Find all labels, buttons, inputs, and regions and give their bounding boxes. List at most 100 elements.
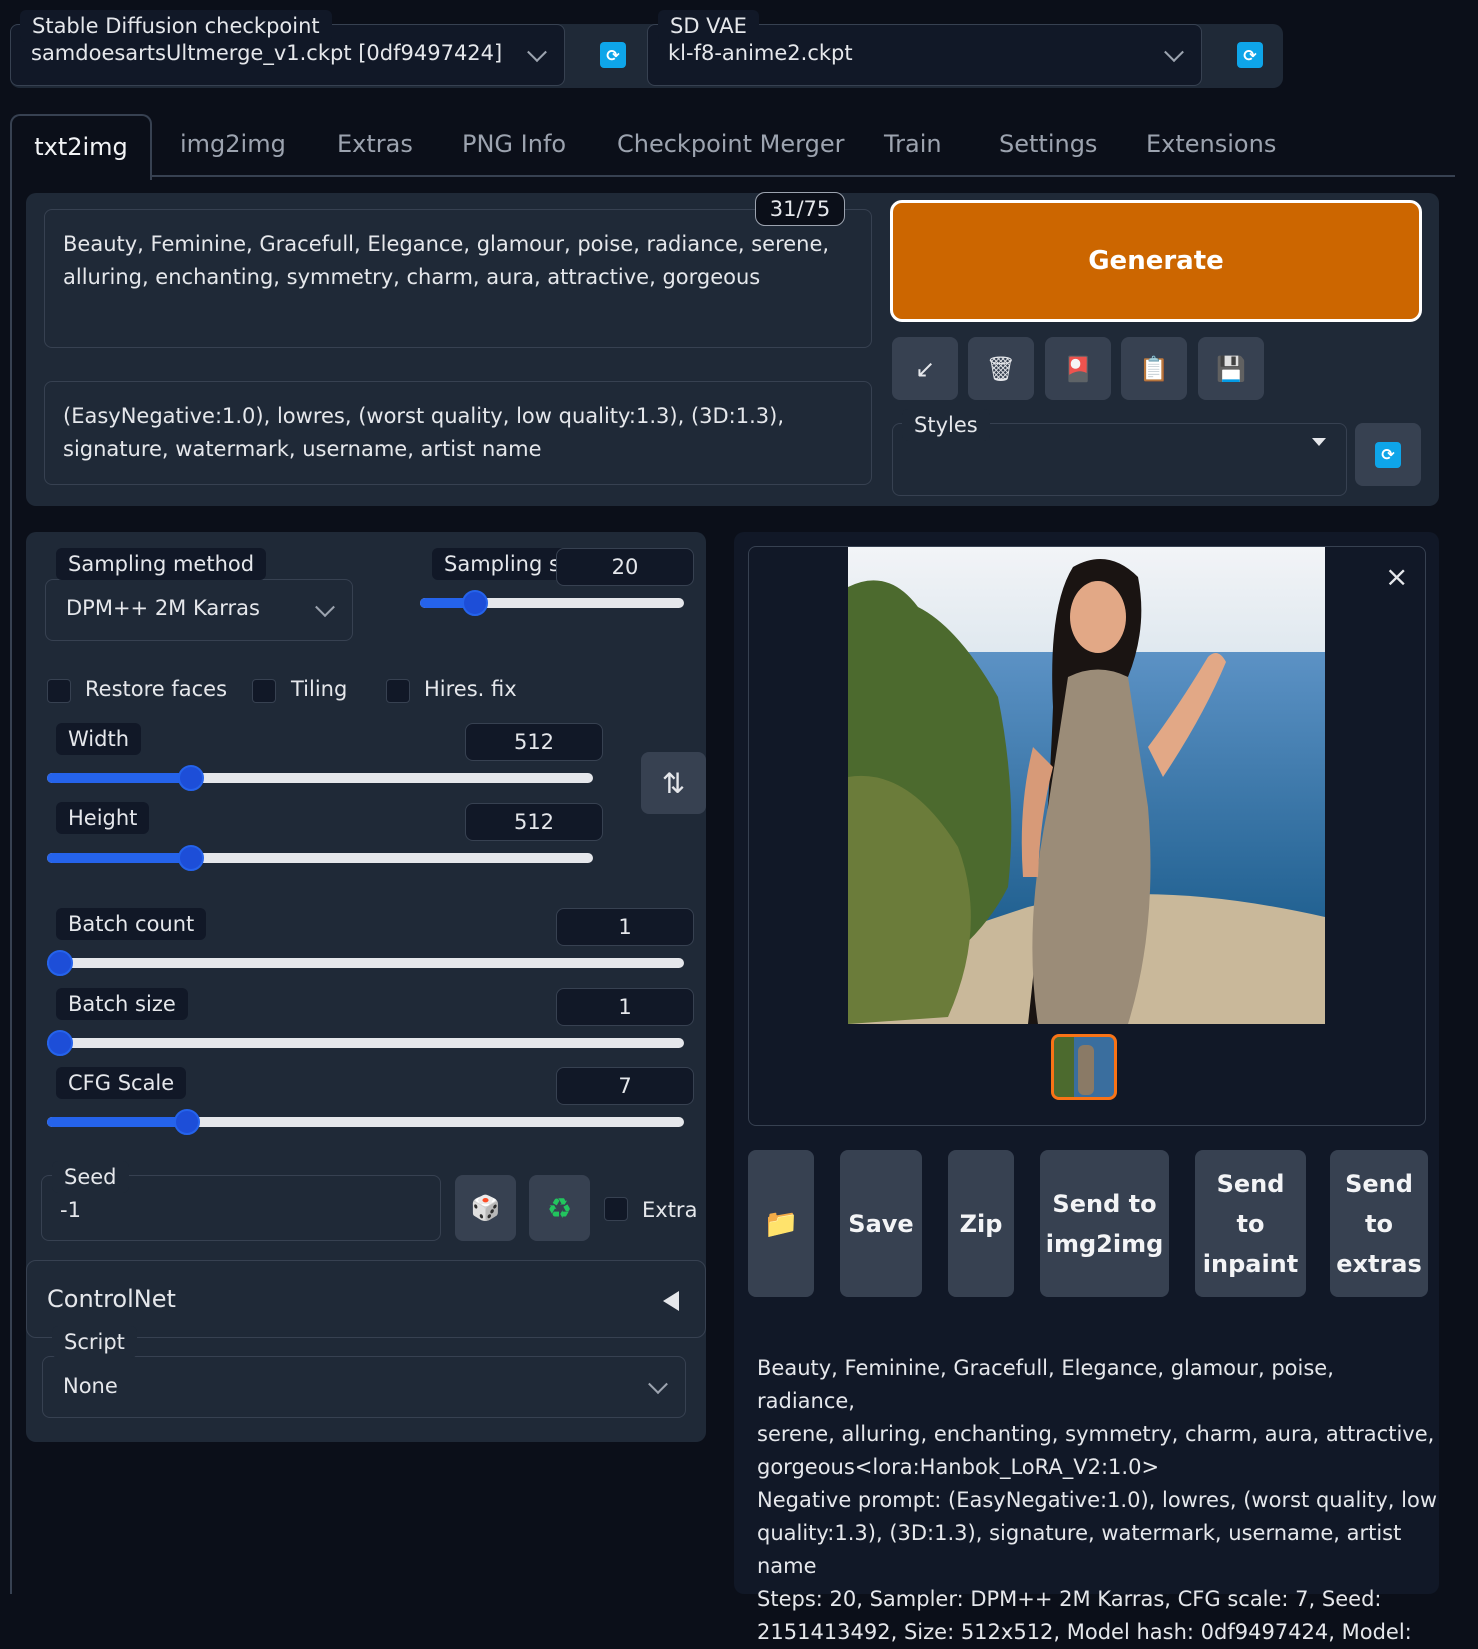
height-label: Height: [56, 802, 150, 834]
random-seed-button[interactable]: 🎲: [455, 1175, 516, 1241]
send-extras-line1: Send: [1345, 1169, 1413, 1198]
tab-content-border: [10, 176, 12, 1594]
sampling-steps-input[interactable]: 20: [556, 548, 694, 586]
checkpoint-value: samdoesartsUltmerge_v1.ckpt [0df9497424]: [31, 41, 503, 65]
info-line: Steps: 20, Sampler: DPM++ 2M Karras, CFG…: [757, 1587, 1382, 1611]
refresh-styles-button[interactable]: ⟳: [1355, 423, 1421, 486]
tiling-checkbox[interactable]: [252, 679, 276, 703]
tab-png-info[interactable]: PNG Info: [462, 112, 566, 176]
cfg-scale-label: CFG Scale: [56, 1067, 187, 1099]
batch-count-input[interactable]: 1: [556, 908, 694, 946]
controlnet-label: ControlNet: [47, 1285, 176, 1313]
generation-info: Beauty, Feminine, Gracefull, Elegance, g…: [757, 1352, 1437, 1649]
collapse-arrow-icon: [663, 1291, 679, 1311]
close-icon[interactable]: ×: [1385, 560, 1408, 593]
slider-thumb[interactable]: [47, 950, 73, 976]
generate-button[interactable]: Generate: [890, 200, 1422, 322]
width-label: Width: [56, 723, 142, 755]
height-slider[interactable]: [47, 845, 593, 871]
vae-label: SD VAE: [658, 10, 759, 42]
refresh-vae-icon[interactable]: ⟳: [1237, 42, 1263, 68]
batch-size-input[interactable]: 1: [556, 988, 694, 1026]
width-slider[interactable]: [47, 765, 593, 791]
caret-down-icon: [1312, 438, 1326, 446]
negative-prompt-input[interactable]: (EasyNegative:1.0), lowres, (worst quali…: [44, 381, 872, 485]
refresh-icon: ⟳: [1375, 441, 1401, 468]
batch-count-slider[interactable]: [47, 950, 684, 976]
generate-label: Generate: [1088, 246, 1224, 276]
save-button[interactable]: Save: [840, 1150, 922, 1297]
sampling-method-dropdown[interactable]: DPM++ 2M Karras: [45, 579, 353, 641]
thumbnail-shore: [1054, 1037, 1074, 1097]
script-dropdown[interactable]: None: [42, 1356, 686, 1418]
clipboard-icon[interactable]: 📋: [1121, 337, 1187, 400]
info-line: serene, alluring, enchanting, symmetry, …: [757, 1422, 1435, 1446]
batch-count-label: Batch count: [56, 908, 207, 940]
hires-fix-label: Hires. fix: [424, 677, 517, 701]
send-img2img-line2: img2img: [1045, 1229, 1164, 1258]
save-icon[interactable]: 💾: [1198, 337, 1264, 400]
generated-image[interactable]: [848, 547, 1325, 1024]
swap-icon: ⇅: [661, 766, 686, 800]
send-extras-line2: to: [1365, 1209, 1393, 1238]
cfg-scale-slider[interactable]: [47, 1109, 684, 1135]
info-line: Negative prompt: (EasyNegative:1.0), low…: [757, 1488, 1437, 1512]
tab-checkpoint-merger[interactable]: Checkpoint Merger: [617, 112, 844, 176]
dice-icon: 🎲: [470, 1194, 501, 1222]
checkpoint-label: Stable Diffusion checkpoint: [20, 10, 332, 42]
refresh-checkpoint-icon[interactable]: ⟳: [600, 42, 626, 68]
script-label: Script: [52, 1326, 137, 1358]
send-to-img2img-button[interactable]: Send to img2img: [1040, 1150, 1169, 1297]
cfg-scale-input[interactable]: 7: [556, 1067, 694, 1105]
slider-thumb[interactable]: [178, 845, 205, 871]
tab-train[interactable]: Train: [884, 112, 942, 176]
restore-faces-label: Restore faces: [85, 677, 228, 701]
tab-settings[interactable]: Settings: [999, 112, 1097, 176]
send-inpaint-line2: to: [1236, 1209, 1265, 1238]
slider-thumb[interactable]: [178, 765, 205, 791]
extra-seed-label: Extra: [642, 1198, 698, 1222]
restore-faces-checkbox[interactable]: [47, 679, 71, 703]
tab-img2img[interactable]: img2img: [180, 112, 286, 176]
chevron-down-icon: [1164, 42, 1184, 63]
tab-extensions[interactable]: Extensions: [1146, 112, 1276, 176]
script-value: None: [63, 1374, 118, 1398]
styles-label: Styles: [902, 409, 990, 441]
tab-txt2img-label: txt2img: [34, 133, 128, 161]
chevron-down-icon: [315, 597, 335, 618]
send-inpaint-line3: inpaint: [1202, 1249, 1299, 1278]
sampling-method-label: Sampling method: [56, 548, 267, 580]
recycle-icon: ♻: [546, 1191, 573, 1225]
arrow-icon[interactable]: ↙: [892, 337, 958, 400]
send-to-extras-button[interactable]: Send to extras: [1330, 1150, 1428, 1297]
reuse-seed-button[interactable]: ♻: [529, 1175, 590, 1241]
vae-value: kl-f8-anime2.ckpt: [668, 41, 853, 65]
slider-thumb[interactable]: [47, 1030, 73, 1056]
hires-fix-checkbox[interactable]: [386, 679, 410, 703]
tab-txt2img[interactable]: txt2img: [10, 114, 152, 180]
height-input[interactable]: 512: [465, 803, 603, 841]
folder-icon: 📁: [763, 1206, 799, 1240]
zip-button[interactable]: Zip: [948, 1150, 1014, 1297]
seed-label: Seed: [52, 1161, 129, 1193]
info-line: gorgeous<lora:Hanbok_LoRA_V2:1.0>: [757, 1455, 1160, 1479]
tab-extras[interactable]: Extras: [337, 112, 413, 176]
swap-dimensions-button[interactable]: ⇅: [641, 752, 706, 814]
negative-prompt-text: (EasyNegative:1.0), lowres, (worst quali…: [63, 404, 785, 461]
trash-icon[interactable]: 🗑: [968, 337, 1034, 400]
send-extras-line3: extras: [1336, 1249, 1422, 1278]
width-input[interactable]: 512: [465, 723, 603, 761]
prompt-input[interactable]: Beauty, Feminine, Gracefull, Elegance, g…: [44, 209, 872, 348]
card-icon[interactable]: 🎴: [1045, 337, 1111, 400]
gallery-thumbnail[interactable]: [1051, 1034, 1117, 1100]
send-to-inpaint-button[interactable]: Send to inpaint: [1195, 1150, 1306, 1297]
sampling-steps-slider[interactable]: [420, 590, 684, 616]
chevron-down-icon: [527, 42, 547, 63]
seed-value: -1: [60, 1198, 81, 1222]
save-label: Save: [848, 1209, 914, 1238]
zip-label: Zip: [959, 1209, 1003, 1238]
extra-seed-checkbox[interactable]: [604, 1197, 628, 1221]
batch-size-slider[interactable]: [47, 1030, 684, 1056]
open-folder-button[interactable]: 📁: [748, 1150, 814, 1297]
send-inpaint-line1: Send: [1216, 1169, 1285, 1198]
